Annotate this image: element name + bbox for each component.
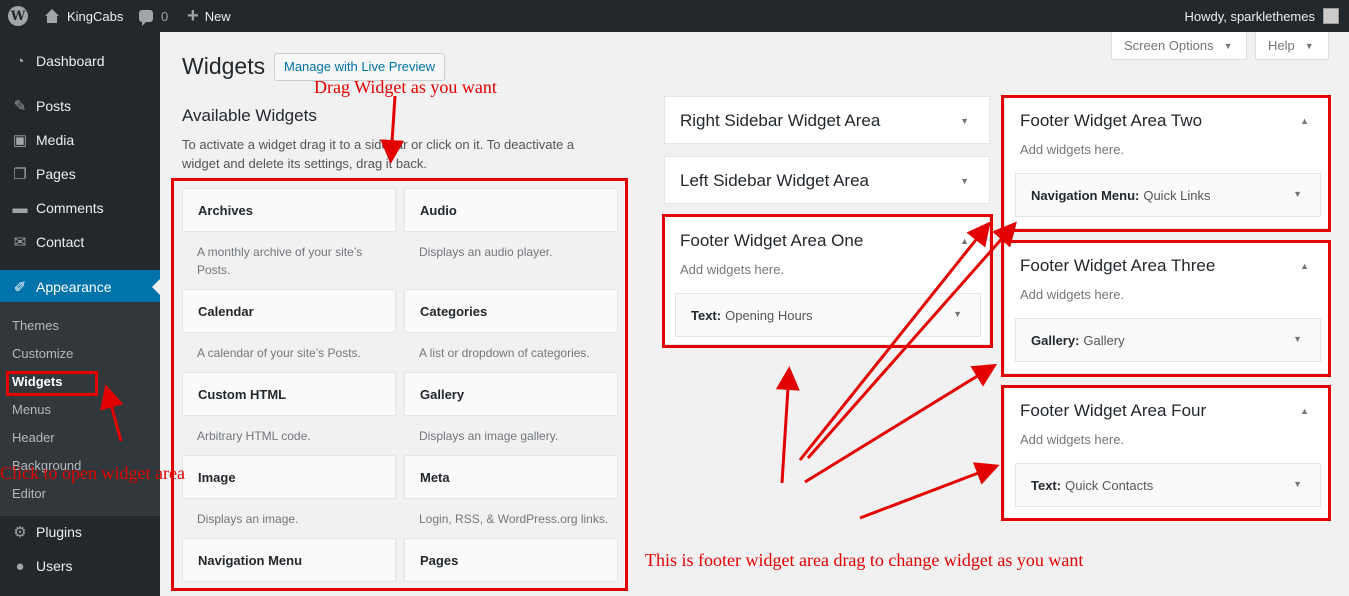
pushpin-icon: ✎ [13, 98, 27, 115]
comment-icon: ▬ [12, 199, 28, 217]
menu-contact[interactable]: ✉ Contact [0, 225, 160, 259]
site-name: KingCabs [67, 8, 124, 24]
menu-comments[interactable]: ▬ Comments [0, 191, 160, 225]
greeting: Howdy, sparklethemes [1184, 8, 1315, 24]
annotation-box-footer-two [1001, 95, 1331, 232]
menu-dashboard[interactable]: ◔ Dashboard [0, 44, 160, 78]
annotation-click-text: Click to open widget area [0, 463, 185, 483]
paintbrush-icon: ✐ [13, 279, 27, 296]
menu-label: Plugins [36, 524, 82, 540]
comments-count: 0 [161, 8, 169, 24]
annotation-box-footer-one [662, 214, 993, 348]
plus-icon: + [187, 5, 199, 27]
page-title: Widgets [182, 53, 266, 79]
menu-label: Contact [36, 234, 85, 250]
annotation-drag-text: Drag Widget as you want [314, 77, 497, 97]
menu-plugins[interactable]: ⚙ Plugins [0, 515, 160, 549]
menu-label: Users [36, 558, 73, 574]
media-icon: ▣ [12, 132, 28, 149]
plugin-icon: ⚙ [13, 524, 27, 541]
annotation-box-footer-four [1001, 385, 1331, 521]
help-label: Help [1268, 37, 1295, 53]
home-icon [44, 9, 60, 23]
submenu-menus[interactable]: Menus [12, 402, 51, 417]
sidebar-left[interactable]: Left Sidebar Widget Area ▼ [664, 156, 990, 204]
menu-users[interactable]: ● Users [0, 549, 160, 583]
annotation-box-widgets-menu [6, 371, 98, 396]
caret-down-icon: ▼ [1304, 40, 1314, 51]
new-content-link[interactable]: + New [187, 0, 231, 32]
account-menu[interactable]: Howdy, sparklethemes [1184, 0, 1339, 32]
help-button[interactable]: Help ▼ [1255, 32, 1329, 60]
caret-down-icon[interactable]: ▼ [960, 116, 969, 126]
sidebar-title: Left Sidebar Widget Area [680, 171, 870, 190]
annotation-box-footer-three [1001, 240, 1331, 377]
caret-down-icon[interactable]: ▼ [960, 176, 969, 186]
user-icon: ● [15, 557, 25, 575]
pages-icon: ❐ [13, 166, 27, 183]
site-name-link[interactable]: KingCabs [44, 0, 123, 32]
comment-bubble-icon [139, 10, 153, 26]
menu-label: Comments [36, 200, 104, 216]
wordpress-logo-icon[interactable]: W [8, 0, 28, 32]
available-widgets-description: To activate a widget drag it to a sideba… [182, 137, 575, 171]
available-widgets-heading: Available Widgets [182, 106, 317, 125]
screen-options-label: Screen Options [1124, 37, 1214, 53]
submenu-editor[interactable]: Editor [12, 486, 46, 501]
new-label: New [204, 8, 231, 24]
annotation-box-available [171, 178, 628, 591]
menu-media[interactable]: ▣ Media [0, 123, 160, 157]
menu-label: Posts [36, 98, 72, 114]
envelope-icon: ✉ [13, 234, 27, 251]
menu-label: Media [36, 132, 75, 148]
menu-label: Appearance [36, 279, 112, 295]
admin-bar: W KingCabs 0 + New Howdy, sparklethemes [0, 0, 1349, 32]
menu-label: Pages [36, 166, 76, 182]
menu-pages[interactable]: ❐ Pages [0, 157, 160, 191]
current-menu-arrow-icon [152, 279, 160, 295]
screen-options-button[interactable]: Screen Options ▼ [1111, 32, 1247, 60]
menu-posts[interactable]: ✎ Posts [0, 89, 160, 123]
menu-appearance[interactable]: ✐ Appearance [0, 270, 160, 304]
comments-link[interactable]: 0 [139, 0, 168, 32]
submenu-customize[interactable]: Customize [12, 346, 73, 361]
submenu-themes[interactable]: Themes [12, 318, 59, 333]
submenu-header[interactable]: Header [12, 430, 55, 445]
sidebar-right[interactable]: Right Sidebar Widget Area ▼ [664, 96, 990, 144]
caret-down-icon: ▼ [1223, 40, 1233, 51]
annotation-footer-text: This is footer widget area drag to chang… [645, 550, 1084, 570]
avatar [1323, 8, 1339, 24]
dashboard-icon: ◔ [15, 52, 25, 70]
menu-label: Dashboard [36, 53, 105, 69]
sidebar-title: Right Sidebar Widget Area [680, 111, 881, 130]
